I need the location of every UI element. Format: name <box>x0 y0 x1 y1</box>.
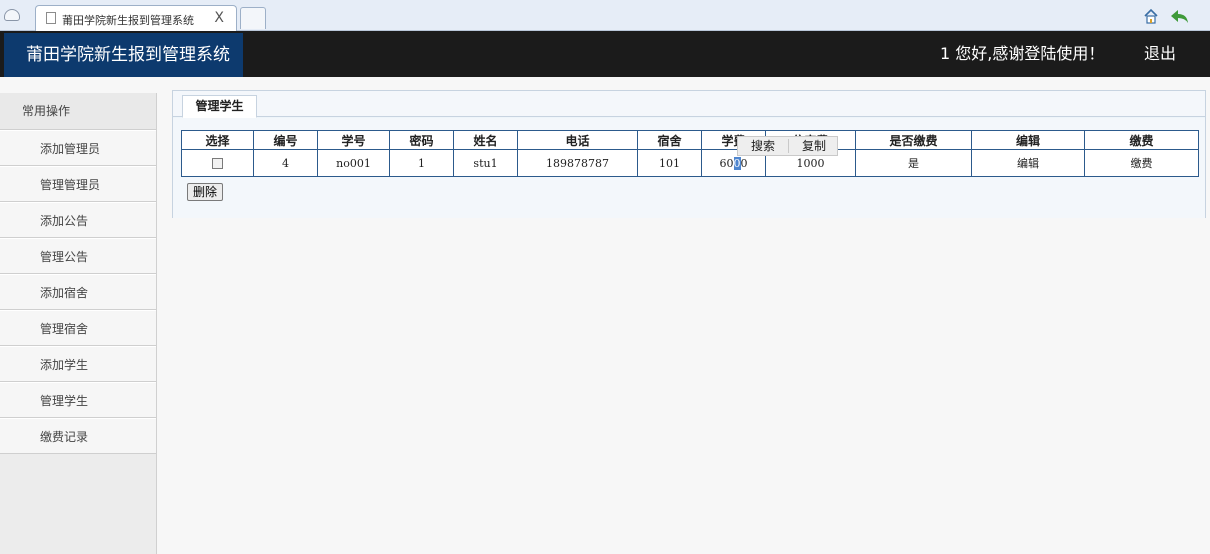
column-header: 电话 <box>517 130 638 150</box>
tab-manage-students[interactable]: 管理学生 <box>182 95 257 118</box>
name-cell: stu1 <box>453 149 518 177</box>
column-header: 宿舍 <box>637 130 702 150</box>
password-cell: 1 <box>389 149 454 177</box>
logout-link[interactable]: 退出 <box>1144 31 1176 77</box>
column-header: 是否缴费 <box>855 130 972 150</box>
panel-tab-bar: 管理学生 <box>173 91 1205 118</box>
panel-body: 选择 编号 学号 密码 姓名 电话 宿舍 学费 住宿费 是否缴费 编辑 缴费 <box>173 118 1205 218</box>
column-header: 姓名 <box>453 130 518 150</box>
sidebar: 常用操作 添加管理员 管理管理员 添加公告 管理公告 添加宿舍 管理宿舍 添加学… <box>0 93 157 554</box>
home-icon[interactable] <box>1143 8 1159 24</box>
new-tab-button[interactable] <box>240 7 266 29</box>
column-header: 密码 <box>389 130 454 150</box>
close-icon[interactable]: X <box>214 10 224 26</box>
tuition-text-end: 0 <box>740 156 748 170</box>
sidebar-item-payment-records[interactable]: 缴费记录 <box>0 418 156 454</box>
tab-title: 莆田学院新生报到管理系统 <box>62 14 194 27</box>
column-header: 编辑 <box>971 130 1085 150</box>
edit-link[interactable]: 编辑 <box>971 149 1085 177</box>
app-header: 莆田学院新生报到管理系统 1 您好,感谢登陆使用！ 退出 <box>0 31 1210 77</box>
cloud-icon[interactable] <box>4 9 20 21</box>
table-header-row: 选择 编号 学号 密码 姓名 电话 宿舍 学费 住宿费 是否缴费 编辑 缴费 <box>181 130 1199 150</box>
sidebar-item-add-admin[interactable]: 添加管理员 <box>0 130 156 166</box>
column-header: 学号 <box>317 130 390 150</box>
student-no-cell: no001 <box>317 149 390 177</box>
tuition-text: 60 <box>719 156 734 170</box>
copy-button[interactable]: 复制 <box>789 137 839 155</box>
back-arrow-icon[interactable] <box>1170 8 1190 24</box>
selected-text: 0 <box>733 156 741 170</box>
document-icon <box>46 12 56 24</box>
sidebar-item-manage-dorm[interactable]: 管理宿舍 <box>0 310 156 346</box>
dorm-cell: 101 <box>637 149 702 177</box>
main-panel: 管理学生 选择 编号 学号 密码 姓名 电话 宿舍 学费 住宿费 是否缴费 编辑… <box>172 90 1206 218</box>
sidebar-item-manage-notice[interactable]: 管理公告 <box>0 238 156 274</box>
search-button[interactable]: 搜索 <box>738 137 788 155</box>
select-cell <box>181 149 254 177</box>
row-checkbox[interactable] <box>212 158 223 169</box>
column-header: 编号 <box>253 130 318 150</box>
sidebar-item-add-student[interactable]: 添加学生 <box>0 346 156 382</box>
phone-cell: 189878787 <box>517 149 638 177</box>
sidebar-item-add-notice[interactable]: 添加公告 <box>0 202 156 238</box>
id-cell: 4 <box>253 149 318 177</box>
browser-tab[interactable]: 莆田学院新生报到管理系统 X <box>35 5 237 31</box>
column-header: 选择 <box>181 130 254 150</box>
delete-button[interactable]: 删除 <box>187 183 224 201</box>
sidebar-item-add-dorm[interactable]: 添加宿舍 <box>0 274 156 310</box>
selection-popup: 搜索 复制 <box>737 136 838 156</box>
sidebar-heading: 常用操作 <box>0 93 156 130</box>
table-row: 4 no001 1 stu1 189878787 101 6000 1000 是… <box>181 149 1199 177</box>
browser-tab-bar: 莆田学院新生报到管理系统 X <box>0 0 1210 31</box>
paid-cell: 是 <box>855 149 972 177</box>
students-table: 选择 编号 学号 密码 姓名 电话 宿舍 学费 住宿费 是否缴费 编辑 缴费 <box>181 130 1199 177</box>
sidebar-item-manage-admin[interactable]: 管理管理员 <box>0 166 156 202</box>
column-header: 缴费 <box>1084 130 1199 150</box>
sidebar-item-manage-student[interactable]: 管理学生 <box>0 382 156 418</box>
welcome-message: 1 您好,感谢登陆使用！ <box>940 44 1105 63</box>
app-title: 莆田学院新生报到管理系统 <box>4 33 243 77</box>
pay-link[interactable]: 缴费 <box>1084 149 1199 177</box>
